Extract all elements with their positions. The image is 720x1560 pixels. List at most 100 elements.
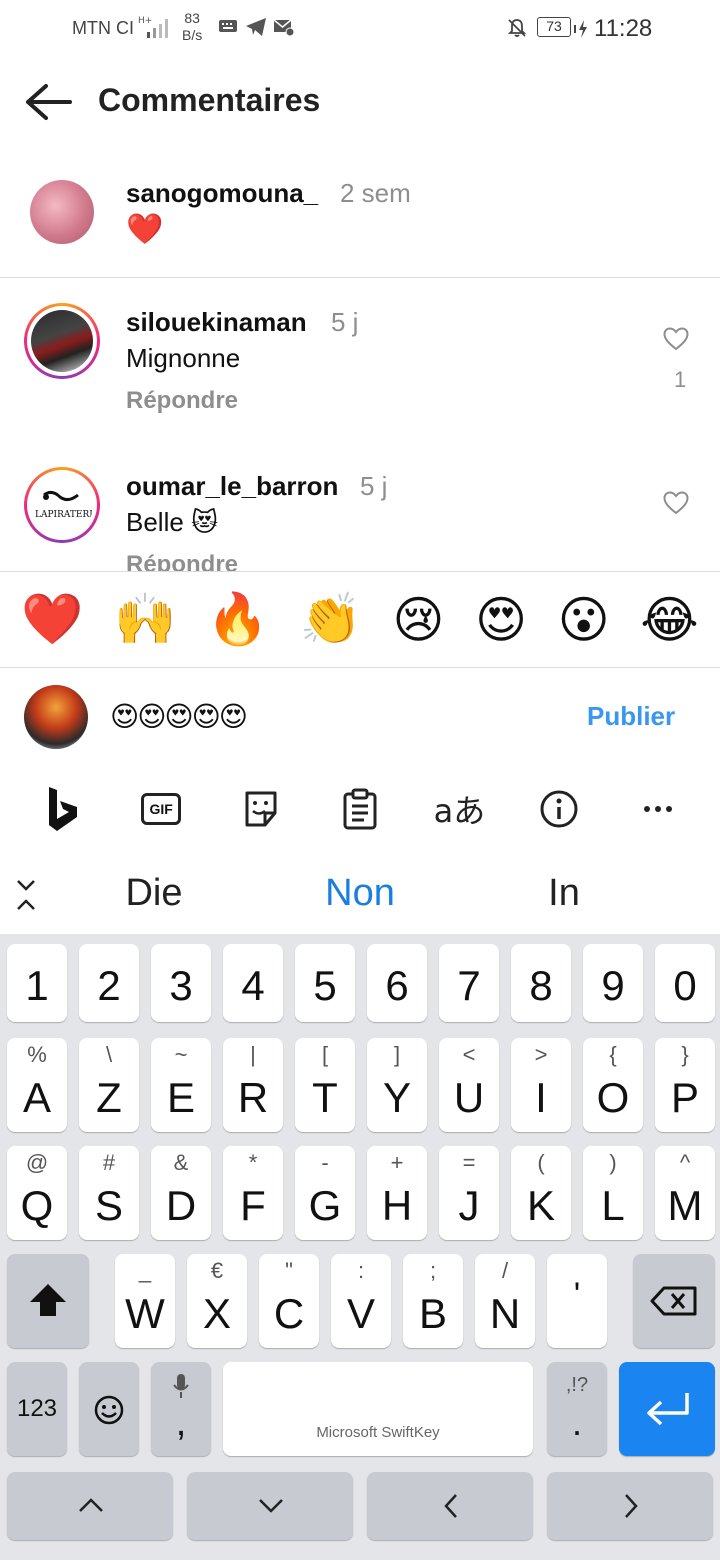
key-label: 3 [169,962,193,1009]
key-j[interactable]: = J [439,1146,499,1240]
suggestion-left[interactable]: Die [74,872,234,915]
key-c[interactable]: " C [259,1254,319,1348]
quick-reaction-bar: ❤️ 🙌 🔥 👏 😢 😍 😮 😂 [0,571,720,668]
key-2[interactable]: 2 [79,944,139,1022]
key-secondary: ; [429,1258,437,1283]
suggestion-right[interactable]: In [484,872,644,915]
comment-input[interactable]: 😍😍😍😍😍 [110,700,248,733]
reaction-crying[interactable]: 😢 [392,591,444,649]
key-i[interactable]: > I [511,1038,571,1132]
key-v[interactable]: :V [331,1254,391,1348]
reaction-clap[interactable]: 👏 [300,590,362,649]
info-icon[interactable] [529,779,589,839]
key-k[interactable]: (K [511,1146,571,1240]
key-f[interactable]: * F [223,1146,283,1240]
reaction-raised-hands[interactable]: 🙌 [114,590,176,649]
collapse-icon[interactable] [14,878,38,912]
key-secondary: - [321,1150,329,1175]
key-label: 123 [16,1395,58,1422]
comment-username[interactable]: silouekinaman [126,307,307,338]
reply-button[interactable]: Répondre [126,387,238,415]
key-z[interactable]: \ Z [79,1038,139,1132]
svg-text:LAPIRATERIE: LAPIRATERIE [35,510,92,520]
cursor-left-key[interactable] [367,1472,533,1540]
signal-icon: H+ [138,16,168,38]
reply-button[interactable]: Répondre [126,551,238,571]
key-secondary: € [210,1258,224,1283]
key-g[interactable]: -G [295,1146,355,1240]
key-5[interactable]: 5 [295,944,355,1022]
key-a[interactable]: % A [7,1038,67,1132]
key-x[interactable]: € X [187,1254,247,1348]
cursor-right-key[interactable] [547,1472,713,1540]
key-label: 8 [529,962,553,1009]
reaction-wow[interactable]: 😮 [558,591,610,649]
caption-username[interactable]: sanogomouna_ [126,178,318,209]
key-4[interactable]: 4 [223,944,283,1022]
key-h[interactable]: + H [367,1146,427,1240]
key-u[interactable]: < U [439,1038,499,1132]
translate-icon[interactable]: aあ [429,779,489,839]
key-7[interactable]: 7 [439,944,499,1022]
like-heart-icon[interactable] [663,327,689,351]
comment-username[interactable]: oumar_le_barron [126,471,338,502]
suggestion-center[interactable]: Non [280,872,440,915]
gif-icon[interactable]: GIF [131,779,191,839]
key-8[interactable]: 8 [511,944,571,1022]
shift-key[interactable] [7,1254,89,1348]
key-o[interactable]: {O [583,1038,643,1132]
key-secondary: ( [537,1150,545,1175]
key-p[interactable]: } P [655,1038,715,1132]
key-label: . [571,1402,582,1443]
backspace-icon [650,1286,697,1316]
cursor-up-key[interactable] [7,1472,173,1540]
enter-key[interactable] [619,1362,715,1456]
key-1[interactable]: 1 [7,944,67,1022]
key-q[interactable]: @ Q [7,1146,67,1240]
key-apostrophe[interactable]: ' [547,1254,607,1348]
list-item: LAPIRATERIE oumar_le_barron 5 j Belle 😻 … [0,443,720,571]
clipboard-icon[interactable] [330,779,390,839]
numbers-key[interactable]: 123 [7,1362,67,1456]
reaction-heart[interactable]: ❤️ [21,590,83,649]
key-d[interactable]: & D [151,1146,211,1240]
user-avatar [24,685,88,749]
key-e[interactable]: ~ E [151,1038,211,1132]
punctuation-key[interactable]: ,!?. [547,1362,607,1456]
key-0[interactable]: 0 [655,944,715,1022]
comma-key[interactable]: , [151,1362,211,1456]
like-heart-icon[interactable] [663,491,689,515]
more-icon[interactable] [628,779,688,839]
avatar[interactable] [30,180,94,244]
key-t[interactable]: [T [295,1038,355,1132]
avatar[interactable]: LAPIRATERIE [24,467,100,543]
avatar[interactable] [24,303,100,379]
reaction-heart-eyes[interactable]: 😍 [475,591,527,649]
cursor-down-key[interactable] [187,1472,353,1540]
key-9[interactable]: 9 [583,944,643,1022]
back-arrow-icon[interactable] [24,82,72,122]
key-y[interactable]: ] Y [367,1038,427,1132]
key-w[interactable]: _ W [115,1254,175,1348]
reaction-fire[interactable]: 🔥 [207,590,269,649]
key-n[interactable]: / N [475,1254,535,1348]
emoji-key[interactable] [79,1362,139,1456]
chevron-left-icon [444,1494,457,1518]
publish-button[interactable]: Publier [587,701,675,732]
key-l[interactable]: ) L [583,1146,643,1240]
key-s[interactable]: # S [79,1146,139,1240]
key-secondary: & [173,1150,189,1175]
key-6[interactable]: 6 [367,944,427,1022]
sticker-icon[interactable] [231,779,291,839]
space-bar[interactable]: Microsoft SwiftKey [223,1362,533,1456]
keyboard-toolbar: GIF aあ [0,764,720,854]
key-m[interactable]: ^ M [655,1146,715,1240]
comment-text: Mignonne [126,343,241,373]
bing-icon[interactable] [32,779,92,839]
key-label: G [308,1182,342,1229]
backspace-key[interactable] [633,1254,715,1348]
key-3[interactable]: 3 [151,944,211,1022]
key-b[interactable]: ; B [403,1254,463,1348]
reaction-laugh[interactable]: 😂 [640,591,698,649]
key-r[interactable]: | R [223,1038,283,1132]
